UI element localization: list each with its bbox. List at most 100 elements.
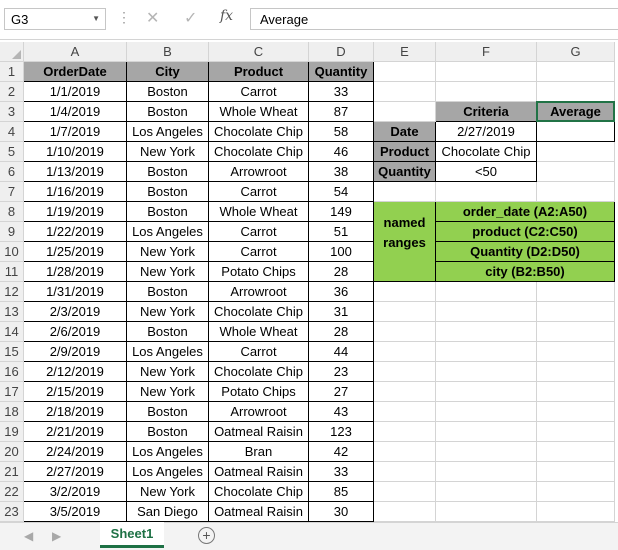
cell[interactable] [436,282,537,302]
table-header[interactable]: City [127,62,209,82]
table-cell[interactable]: Carrot [209,242,309,262]
criteria-value[interactable]: <50 [436,162,537,182]
cell[interactable] [537,282,615,302]
prev-sheet-icon[interactable]: ◀ [24,529,33,543]
table-cell[interactable]: New York [127,382,209,402]
cancel-icon[interactable]: ✕ [146,8,159,28]
column-header-b[interactable]: B [127,42,209,62]
cell[interactable] [436,442,537,462]
next-sheet-icon[interactable]: ▶ [52,529,61,543]
cell[interactable] [537,422,615,442]
cell[interactable] [537,62,615,82]
sheet-tab-sheet1[interactable]: Sheet1 [100,522,164,548]
row-header-1[interactable]: 1 [0,62,24,82]
table-cell[interactable]: Chocolate Chip [209,482,309,502]
row-header-4[interactable]: 4 [0,122,24,142]
table-cell[interactable]: 1/13/2019 [24,162,127,182]
table-cell[interactable]: Chocolate Chip [209,122,309,142]
table-cell[interactable]: 85 [309,482,374,502]
table-cell[interactable]: 23 [309,362,374,382]
row-header-2[interactable]: 2 [0,82,24,102]
table-cell[interactable]: Boston [127,102,209,122]
criteria-label[interactable]: Date [374,122,436,142]
table-cell[interactable]: 30 [309,502,374,522]
table-cell[interactable]: 43 [309,402,374,422]
table-cell[interactable]: 3/5/2019 [24,502,127,522]
row-header-23[interactable]: 23 [0,502,24,522]
criteria-label[interactable]: Quantity [374,162,436,182]
table-cell[interactable]: 2/18/2019 [24,402,127,422]
named-range-item[interactable]: order_date (A2:A50) [436,202,615,222]
table-cell[interactable]: Boston [127,82,209,102]
criteria-value[interactable]: 2/27/2019 [436,122,537,142]
average-header[interactable]: Average [537,102,615,122]
more-options-icon[interactable]: ⋮ [117,10,131,24]
cell[interactable] [537,342,615,362]
named-ranges-label[interactable]: named ranges [374,202,436,282]
row-header-16[interactable]: 16 [0,362,24,382]
table-cell[interactable]: Los Angeles [127,222,209,242]
table-cell[interactable]: 33 [309,462,374,482]
cell[interactable] [436,302,537,322]
row-header-8[interactable]: 8 [0,202,24,222]
column-header-a[interactable]: A [24,42,127,62]
table-cell[interactable]: 28 [309,322,374,342]
table-cell[interactable]: 3/2/2019 [24,482,127,502]
named-range-item[interactable]: city (B2:B50) [436,262,615,282]
select-all-corner[interactable] [0,42,24,62]
table-cell[interactable]: 1/19/2019 [24,202,127,222]
cell[interactable] [374,482,436,502]
table-header[interactable]: Quantity [309,62,374,82]
row-header-18[interactable]: 18 [0,402,24,422]
cell[interactable] [537,482,615,502]
table-cell[interactable]: Carrot [209,222,309,242]
cell[interactable] [537,462,615,482]
table-cell[interactable]: New York [127,242,209,262]
table-cell[interactable]: 1/28/2019 [24,262,127,282]
table-cell[interactable]: Los Angeles [127,342,209,362]
row-header-19[interactable]: 19 [0,422,24,442]
table-cell[interactable]: Boston [127,422,209,442]
cell[interactable] [374,442,436,462]
cell[interactable] [374,182,436,202]
table-cell[interactable]: 42 [309,442,374,462]
formula-input[interactable]: Average [250,8,618,30]
table-cell[interactable]: New York [127,142,209,162]
table-cell[interactable]: Bran [209,442,309,462]
table-cell[interactable]: Carrot [209,82,309,102]
table-cell[interactable]: 36 [309,282,374,302]
cell[interactable] [537,402,615,422]
named-range-item[interactable]: product (C2:C50) [436,222,615,242]
cell[interactable] [537,302,615,322]
cell[interactable] [436,382,537,402]
enter-icon[interactable]: ✓ [184,8,197,28]
table-cell[interactable]: 31 [309,302,374,322]
table-cell[interactable]: Oatmeal Raisin [209,422,309,442]
column-header-c[interactable]: C [209,42,309,62]
table-cell[interactable]: Boston [127,322,209,342]
row-header-20[interactable]: 20 [0,442,24,462]
row-header-21[interactable]: 21 [0,462,24,482]
table-cell[interactable]: Los Angeles [127,462,209,482]
table-cell[interactable]: Oatmeal Raisin [209,462,309,482]
table-cell[interactable]: 100 [309,242,374,262]
table-cell[interactable]: Chocolate Chip [209,302,309,322]
table-cell[interactable]: 1/10/2019 [24,142,127,162]
cell[interactable] [436,182,537,202]
cell[interactable] [436,422,537,442]
table-cell[interactable]: 1/7/2019 [24,122,127,142]
table-cell[interactable]: 2/3/2019 [24,302,127,322]
table-cell[interactable]: 2/21/2019 [24,422,127,442]
row-header-3[interactable]: 3 [0,102,24,122]
row-header-5[interactable]: 5 [0,142,24,162]
table-cell[interactable]: New York [127,262,209,282]
row-header-14[interactable]: 14 [0,322,24,342]
cell[interactable] [374,462,436,482]
table-cell[interactable]: 1/31/2019 [24,282,127,302]
cell[interactable] [374,422,436,442]
cell[interactable] [436,82,537,102]
named-range-item[interactable]: Quantity (D2:D50) [436,242,615,262]
table-cell[interactable]: 2/6/2019 [24,322,127,342]
table-cell[interactable]: 2/12/2019 [24,362,127,382]
table-cell[interactable]: 1/16/2019 [24,182,127,202]
